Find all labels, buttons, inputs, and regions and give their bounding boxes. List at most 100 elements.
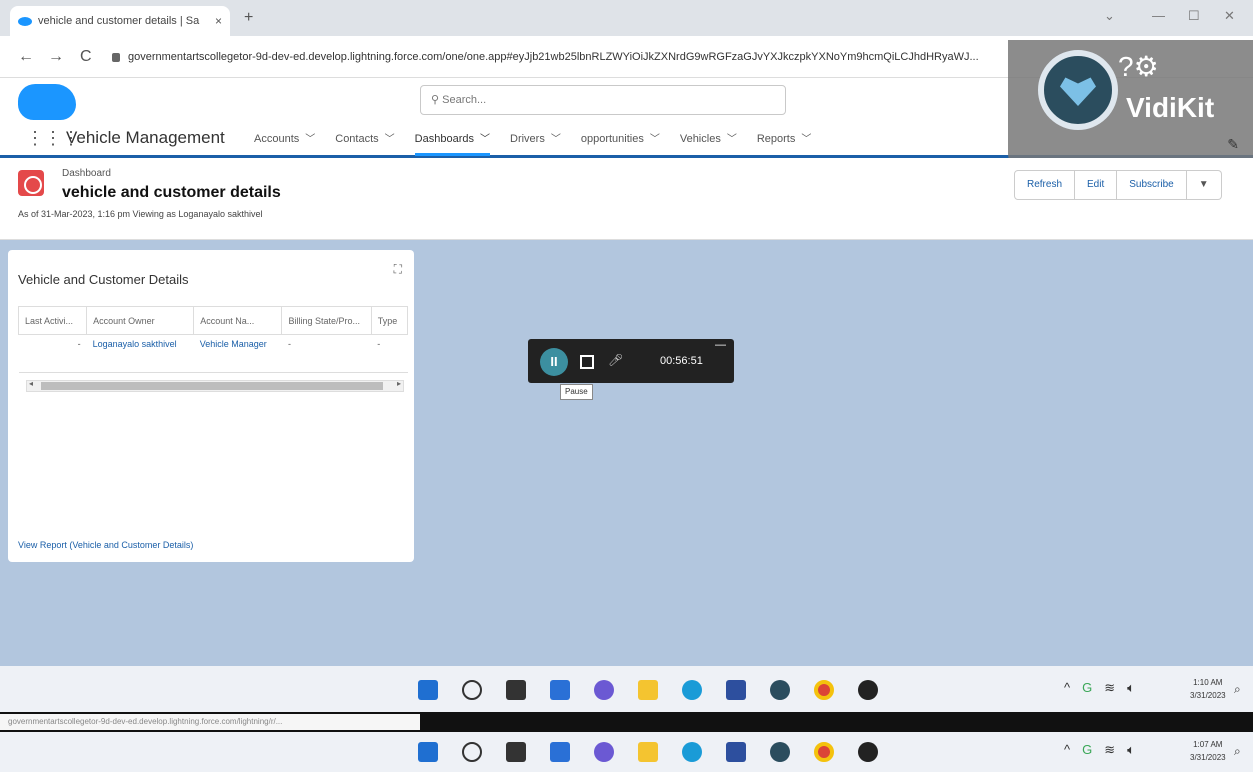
column-header[interactable]: Last Activi... — [17, 306, 88, 335]
column-header[interactable]: Account Na... — [193, 306, 283, 335]
nav-bar: Accounts ﹀ Contacts ﹀ Dashboards ﹀ Drivers ﹀… — [254, 130, 831, 156]
dashboard-actions: Refresh Edit Subscribe ▼ — [1014, 170, 1222, 200]
search-icon[interactable] — [462, 742, 482, 762]
nav-item-dashboards[interactable]: Dashboards ﹀ — [414, 130, 490, 156]
tab-close-icon[interactable]: × — [215, 14, 222, 28]
salesforce-logo-icon[interactable] — [18, 84, 76, 120]
nav-item-reports[interactable]: Reports ﹀ — [757, 130, 812, 156]
windows-taskbar-duplicate: ^ G ≋ 🔈︎ 1:07 AM 3/31/2023 ⌕ — [0, 732, 1253, 772]
scroll-left-icon[interactable]: ◂ — [29, 379, 33, 388]
tab-search-icon[interactable]: ⌄ — [1104, 8, 1115, 24]
vidikit-app-icon[interactable] — [770, 680, 790, 700]
chat-icon[interactable] — [594, 742, 614, 762]
horizontal-scrollbar[interactable]: ◂ ▸ — [26, 379, 404, 392]
task-view-icon[interactable] — [506, 742, 526, 762]
back-icon[interactable]: ← — [18, 48, 34, 66]
wifi-icon[interactable]: ≋ — [1104, 680, 1115, 696]
dashboard-title: vehicle and customer details — [62, 184, 281, 201]
refresh-button[interactable]: Refresh — [1014, 170, 1076, 200]
view-report-link[interactable]: View Report (Vehicle and Customer Detail… — [18, 540, 193, 550]
edit-button[interactable]: Edit — [1075, 170, 1118, 200]
browser-tab[interactable]: vehicle and customer details | Sa × — [10, 6, 230, 36]
minimize-window-icon[interactable]: — — [1152, 8, 1165, 23]
chevron-down-icon: ﹀ — [801, 134, 812, 145]
expand-icon[interactable]: ⛶ — [394, 262, 402, 277]
taskbar-apps — [418, 742, 902, 762]
chevron-down-icon: ﹀ — [480, 134, 490, 145]
nav-item-opportunities[interactable]: opportunities ﹀ — [581, 130, 660, 156]
clock-date: 3/31/2023 — [1190, 753, 1226, 762]
vidikit-app-icon[interactable] — [770, 742, 790, 762]
scroll-right-icon[interactable]: ▸ — [397, 379, 401, 388]
new-tab-button[interactable]: + — [244, 9, 253, 27]
scrollbar-thumb[interactable] — [41, 382, 383, 390]
chat-icon[interactable] — [594, 680, 614, 700]
volume-icon[interactable]: 🔈︎ — [1127, 742, 1135, 758]
more-actions-button[interactable]: ▼ — [1186, 170, 1222, 200]
stop-button[interactable] — [580, 355, 594, 369]
chevron-up-icon[interactable]: ^ — [1064, 742, 1070, 758]
pause-tooltip: Pause — [560, 384, 593, 400]
task-view-icon[interactable] — [506, 680, 526, 700]
google-drive-icon[interactable]: G — [1082, 742, 1092, 758]
help-icon: ?⚙ — [1118, 51, 1159, 82]
store-icon[interactable] — [726, 680, 746, 700]
maximize-window-icon[interactable]: ☐ — [1188, 8, 1200, 24]
start-icon[interactable] — [418, 680, 438, 700]
recorder-app-icon[interactable] — [858, 742, 878, 762]
chevron-down-icon: ﹀ — [726, 134, 737, 145]
widgets-icon[interactable] — [550, 680, 570, 700]
column-header[interactable]: Account Owner — [86, 306, 195, 335]
file-explorer-icon[interactable] — [638, 742, 658, 762]
dashboard-header: Dashboard vehicle and customer details A… — [0, 158, 1253, 240]
system-clock[interactable]: 1:07 AM 3/31/2023 — [1190, 738, 1226, 764]
chrome-icon[interactable] — [814, 742, 834, 762]
recorder-app-icon[interactable] — [858, 680, 878, 700]
widgets-icon[interactable] — [550, 742, 570, 762]
component-title: Vehicle and Customer Details — [18, 272, 189, 287]
clock-time: 1:07 AM — [1193, 740, 1223, 749]
edge-icon[interactable] — [682, 680, 702, 700]
google-drive-icon[interactable]: G — [1082, 680, 1092, 696]
taskbar-apps — [418, 680, 902, 700]
table-row: - Loganayalo sakthivel Vehicle Manager -… — [18, 334, 408, 373]
object-label: Dashboard — [62, 168, 111, 179]
subscribe-button[interactable]: Subscribe — [1117, 170, 1187, 200]
search-icon[interactable] — [462, 680, 482, 700]
notifications-icon[interactable]: ⌕ — [1234, 682, 1241, 697]
windows-taskbar: ^ G ≋ 🔈︎ 1:10 AM 3/31/2023 ⌕ — [0, 666, 1253, 714]
column-header[interactable]: Type — [370, 306, 409, 335]
chevron-down-icon: ﹀ — [649, 134, 660, 145]
edge-icon[interactable] — [682, 742, 702, 762]
dashboard-meta: As of 31-Mar-2023, 1:16 pm Viewing as Lo… — [18, 209, 263, 219]
microphone-icon[interactable]: 🎤︎ — [608, 353, 623, 367]
pencil-icon: ✎ — [1227, 136, 1239, 152]
status-bar-url: governmentartscollegetor-9d-dev-ed.devel… — [0, 714, 420, 730]
notifications-icon[interactable]: ⌕ — [1234, 744, 1241, 759]
volume-icon[interactable]: 🔈︎ — [1127, 680, 1135, 696]
chevron-up-icon[interactable]: ^ — [1064, 680, 1070, 696]
chrome-icon[interactable] — [814, 680, 834, 700]
account-owner-link[interactable]: Loganayalo sakthivel — [86, 334, 194, 373]
system-tray: ^ G ≋ 🔈︎ — [1064, 742, 1147, 758]
close-window-icon[interactable]: ✕ — [1224, 8, 1235, 24]
account-name-link[interactable]: Vehicle Manager — [193, 334, 282, 373]
forward-icon[interactable]: → — [48, 48, 64, 66]
start-icon[interactable] — [418, 742, 438, 762]
nav-item-vehicles[interactable]: Vehicles ﹀ — [680, 130, 737, 156]
store-icon[interactable] — [726, 742, 746, 762]
pause-button[interactable]: II — [540, 348, 568, 376]
wifi-icon[interactable]: ≋ — [1104, 742, 1115, 758]
nav-item-contacts[interactable]: Contacts ﹀ — [335, 130, 394, 156]
clock-time: 1:10 AM — [1193, 678, 1223, 687]
global-search-input[interactable]: ⚲ Search... — [420, 85, 786, 115]
nav-item-drivers[interactable]: Drivers ﹀ — [510, 130, 561, 156]
dashboard-component-card: Vehicle and Customer Details ⛶ Last Acti… — [8, 250, 414, 562]
file-explorer-icon[interactable] — [638, 680, 658, 700]
nav-item-accounts[interactable]: Accounts ﹀ — [254, 130, 315, 156]
search-icon: ⚲ — [431, 94, 443, 106]
minimize-recorder-button[interactable]: — — [715, 339, 726, 351]
reload-icon[interactable]: C — [80, 48, 92, 66]
system-clock[interactable]: 1:10 AM 3/31/2023 — [1190, 676, 1226, 702]
column-header[interactable]: Billing State/Pro... — [281, 306, 372, 335]
